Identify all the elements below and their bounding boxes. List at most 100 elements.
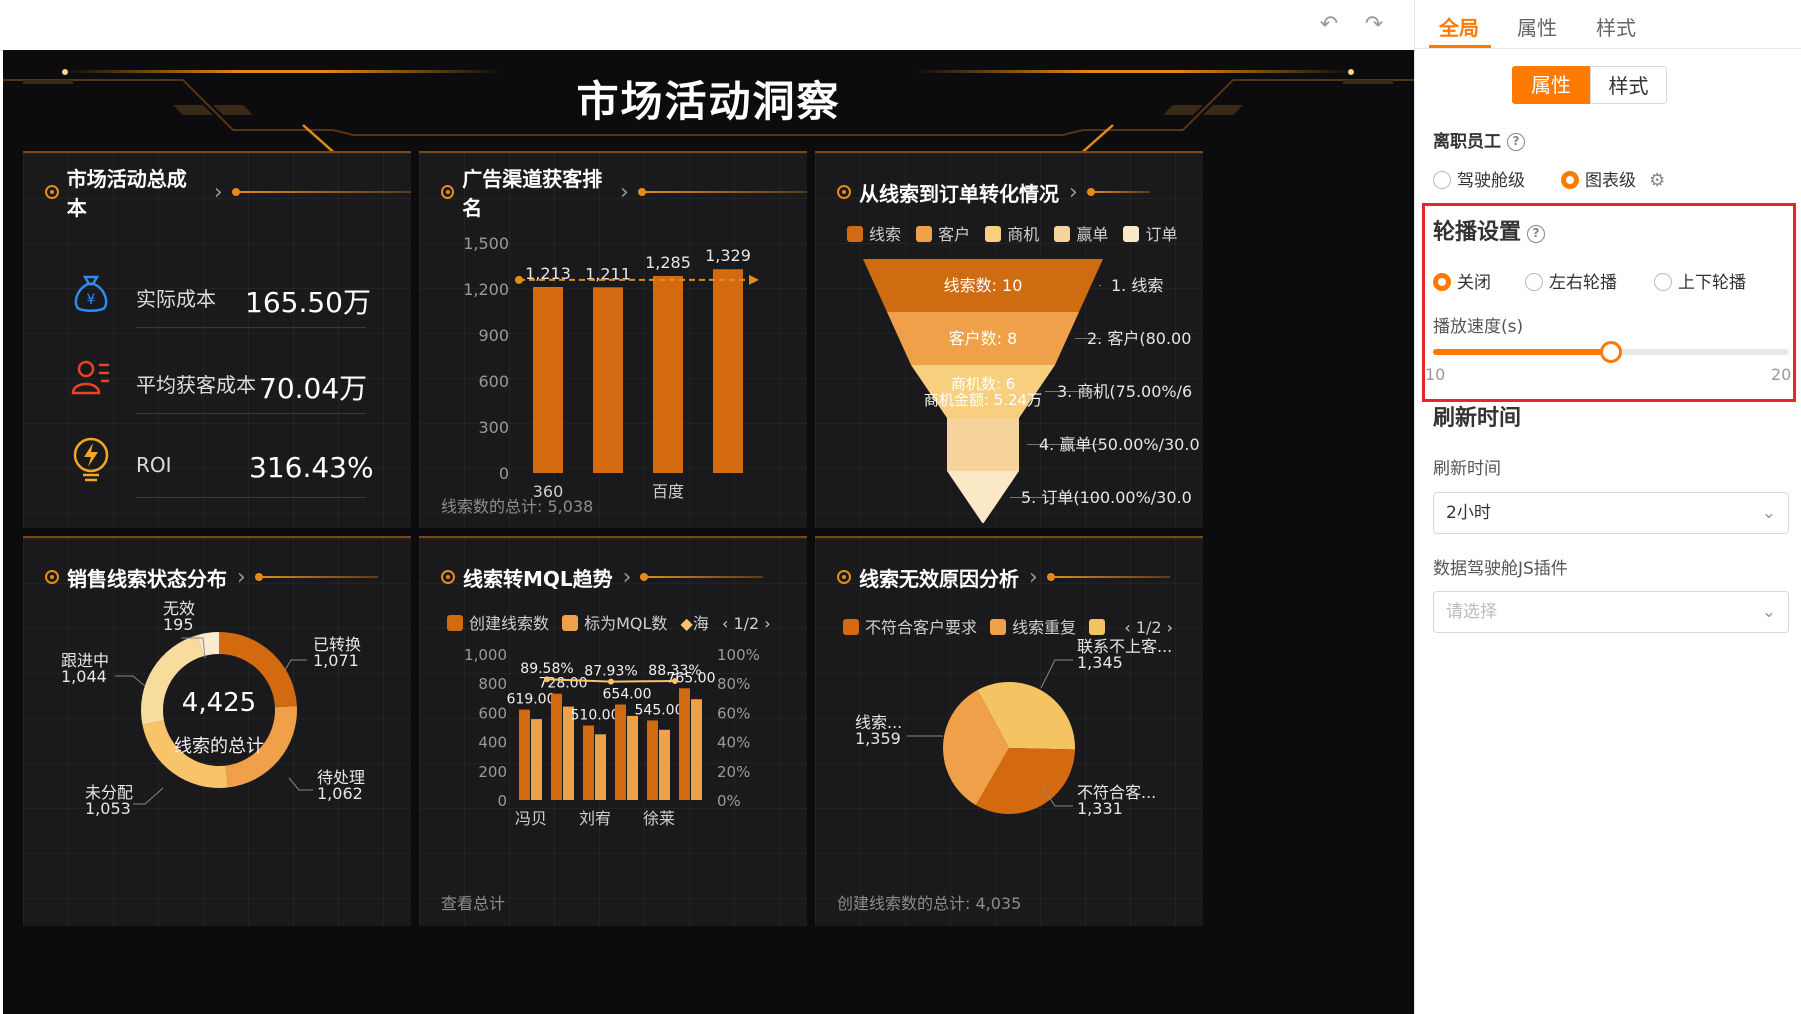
donut-leader-line bbox=[284, 659, 307, 671]
kpi-value-avg-cost: 70.04万 bbox=[259, 372, 368, 405]
pie-label-value: 1,345 bbox=[1077, 653, 1123, 672]
bar-mql bbox=[659, 729, 670, 800]
js-plugin-select[interactable]: 请选择 ⌄ bbox=[1433, 591, 1789, 633]
title-line-decoration bbox=[254, 573, 378, 581]
legend-item[interactable]: 创建线索数 bbox=[447, 614, 549, 633]
x-tick-label: 冯贝 bbox=[515, 809, 547, 828]
radio-circle[interactable] bbox=[1433, 171, 1451, 189]
chart-footer-total[interactable]: 查看总计 bbox=[441, 890, 505, 914]
y-tick-label: 0 bbox=[497, 792, 507, 810]
panel-title-row[interactable]: 线索无效原因分析 › bbox=[837, 564, 1170, 591]
bar-created-leads bbox=[551, 693, 562, 800]
settings-icon[interactable]: ⚙ bbox=[1649, 170, 1665, 191]
chevron-right-icon[interactable]: › bbox=[237, 565, 246, 590]
redo-icon[interactable]: ↷ bbox=[1361, 12, 1387, 38]
help-icon[interactable]: ? bbox=[1527, 225, 1546, 243]
funnel-inner-label: 客户数: 8 bbox=[949, 329, 1018, 348]
legend-next-icon[interactable]: › bbox=[1167, 618, 1173, 637]
legend-prev-icon[interactable]: ‹ bbox=[1124, 618, 1130, 637]
y2-tick-label: 0% bbox=[717, 792, 741, 810]
settings-tabs: 全局 属性 样式 bbox=[1415, 0, 1801, 49]
speed-slider-handle[interactable] bbox=[1600, 341, 1622, 363]
donut-label-value: 1,053 bbox=[85, 799, 131, 818]
editor-toolbar: ↶ ↷ bbox=[0, 0, 1414, 51]
kpi-value-actual-cost: 165.50万 bbox=[245, 286, 371, 319]
panel-title-row[interactable]: 线索转MQL趋势 › bbox=[441, 564, 764, 591]
title-dot-icon bbox=[441, 185, 455, 199]
svg-text:¥: ¥ bbox=[87, 292, 96, 308]
chevron-right-icon[interactable]: › bbox=[1029, 565, 1038, 590]
y2-tick-label: 100% bbox=[717, 646, 760, 664]
legend-item[interactable]: 订单 bbox=[1123, 225, 1177, 244]
refresh-time-select[interactable]: 2小时 ⌄ bbox=[1433, 492, 1789, 534]
legend-item[interactable]: 不符合客户要求 bbox=[843, 618, 977, 637]
dashboard-title: 市场活动洞察 bbox=[576, 77, 841, 126]
chevron-right-icon[interactable]: › bbox=[620, 180, 629, 205]
legend-pager: 1/2 bbox=[1135, 618, 1162, 637]
tab-style[interactable]: 样式 bbox=[1596, 12, 1636, 41]
radio-carousel-off[interactable]: 关闭 bbox=[1433, 268, 1491, 293]
kpi-label-avg-cost: 平均获客成本 bbox=[136, 373, 256, 397]
radio-carousel-horizontal[interactable]: 左右轮播 bbox=[1525, 268, 1617, 293]
bar-mql bbox=[531, 719, 542, 800]
refresh-section-title: 刷新时间 bbox=[1433, 406, 1522, 431]
donut-leader-line bbox=[115, 675, 146, 687]
tab-properties[interactable]: 属性 bbox=[1517, 12, 1557, 41]
y-tick-label: 400 bbox=[478, 734, 507, 752]
segment-style[interactable]: 样式 bbox=[1590, 66, 1667, 104]
speed-slider-fill bbox=[1433, 349, 1611, 355]
tab-global[interactable]: 全局 bbox=[1439, 12, 1479, 41]
help-icon[interactable]: ? bbox=[1507, 133, 1525, 151]
radio-circle[interactable] bbox=[1561, 171, 1579, 189]
panel-funnel: 从线索到订单转化情况 › 线索 客户 商机 赢单 订单 线索数: 10 客户数: … bbox=[815, 151, 1203, 528]
panel-title-row[interactable]: 从线索到订单转化情况 › bbox=[837, 179, 1150, 206]
radio-cockpit-level[interactable]: 驾驶舱级 bbox=[1433, 166, 1525, 191]
y-tick-label: 600 bbox=[478, 372, 509, 391]
radio-circle[interactable] bbox=[1654, 273, 1672, 291]
title-dot-icon bbox=[45, 570, 59, 584]
legend-item[interactable] bbox=[1089, 618, 1111, 637]
panel-title-row[interactable]: 销售线索状态分布 › bbox=[45, 564, 378, 591]
legend-item[interactable]: 客户 bbox=[916, 225, 970, 244]
legend-prev-icon[interactable]: ‹ bbox=[722, 614, 728, 633]
legend-item[interactable]: 线索 bbox=[847, 225, 901, 244]
undo-icon[interactable]: ↶ bbox=[1316, 12, 1342, 38]
segment-properties[interactable]: 属性 bbox=[1512, 66, 1590, 104]
radio-chart-level[interactable]: 图表级 ⚙ bbox=[1561, 166, 1665, 191]
radio-circle[interactable] bbox=[1525, 273, 1543, 291]
legend-item[interactable]: 商机 bbox=[985, 225, 1039, 244]
bar-created-leads bbox=[583, 725, 594, 800]
bar-value-label: 510.00 bbox=[571, 708, 620, 724]
legend-item[interactable]: 标为MQL数 bbox=[562, 614, 667, 633]
js-plugin-label: 数据驾驶舱JS插件 bbox=[1433, 559, 1568, 579]
legend-item[interactable]: ◆海 bbox=[681, 614, 709, 633]
radio-circle[interactable] bbox=[1433, 273, 1451, 291]
y2-tick-label: 60% bbox=[717, 704, 750, 722]
donut-label-value: 1,071 bbox=[313, 651, 359, 670]
chevron-down-icon: ⌄ bbox=[1761, 503, 1776, 523]
bar-mql bbox=[691, 699, 702, 800]
kpi-label-roi: ROI bbox=[136, 453, 172, 477]
x-tick-label: 刘宥 bbox=[579, 809, 611, 828]
y-tick-label: 1,500 bbox=[463, 234, 509, 253]
mql-combo-chart: 0 200 400 600 800 1,000 0% 20% 40% 60% 80% 100% 619.… bbox=[464, 646, 760, 828]
x-tick-label: 百度 bbox=[652, 482, 684, 501]
chevron-right-icon[interactable]: › bbox=[214, 180, 223, 205]
chevron-right-icon[interactable]: › bbox=[623, 565, 632, 590]
legend-item[interactable]: 线索重复 bbox=[990, 618, 1076, 637]
title-line-decoration bbox=[1046, 573, 1170, 581]
panel-title-row[interactable]: 市场活动总成本 › bbox=[45, 167, 411, 220]
legend-item[interactable]: 赢单 bbox=[1054, 225, 1108, 244]
chevron-right-icon[interactable]: › bbox=[1069, 180, 1078, 205]
panel-lead-status: 销售线索状态分布 › 无效 195 已转换 1,071 跟进中 1,044 待处理 1,062… bbox=[23, 536, 411, 926]
y-tick-label: 600 bbox=[478, 704, 507, 722]
panel-title-row[interactable]: 广告渠道获客排名 › bbox=[441, 167, 807, 220]
legend-next-icon[interactable]: › bbox=[764, 614, 770, 633]
money-bag-icon: ¥ bbox=[74, 275, 108, 312]
funnel-outer-label: 5. 订单(100.00%/30.0 bbox=[1021, 488, 1192, 507]
radio-carousel-vertical[interactable]: 上下轮播 bbox=[1654, 268, 1746, 293]
carousel-label-row: 轮播设置? bbox=[1433, 214, 1546, 246]
funnel-inner-label: 商机金额: 5.24万 bbox=[924, 391, 1042, 409]
donut-label-value: 1,062 bbox=[317, 784, 363, 803]
title-dot-icon bbox=[837, 185, 851, 199]
